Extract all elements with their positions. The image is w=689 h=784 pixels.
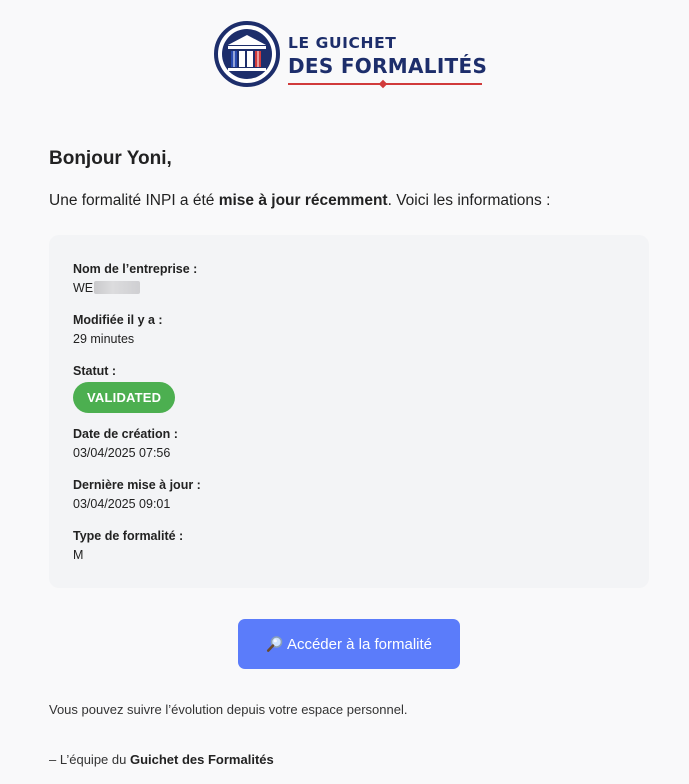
footer-note: Vous pouvez suivre l’évolution depuis vo…: [49, 702, 408, 717]
updated-label: Dernière mise à jour :: [73, 478, 201, 492]
access-formality-label: Accéder à la formalité: [286, 635, 433, 653]
intro-text-bold: mise à jour récemment: [218, 192, 388, 209]
logo-line-1: LE GUICHET: [288, 34, 397, 52]
company-field: Nom de l’entreprise : WE: [73, 261, 197, 296]
intro-text-start: Une formalité INPI a été: [49, 192, 219, 209]
status-label: Statut :: [73, 364, 117, 378]
logo-line-2: DES FORMALITÉS: [288, 54, 488, 78]
email-page: LE GUICHET DES FORMALITÉS Bonjour Yoni, …: [0, 0, 689, 784]
type-value: M: [73, 548, 84, 562]
access-formality-button[interactable]: Accéder à la formalité: [238, 619, 460, 669]
signature-prefix: – L’équipe du: [49, 752, 130, 767]
courthouse-emblem-icon: [214, 21, 280, 87]
type-label: Type de formalité :: [73, 529, 184, 543]
created-value: 03/04/2025 07:56: [73, 446, 171, 460]
updated-field: Dernière mise à jour : 03/04/2025 09:01: [73, 477, 201, 512]
guichet-logo: LE GUICHET DES FORMALITÉS: [214, 21, 487, 90]
company-name-text: WE: [73, 281, 94, 295]
redacted-block: [94, 281, 141, 294]
type-field: Type de formalité : M: [73, 528, 183, 563]
modified-label: Modifiée il y a :: [73, 313, 163, 327]
logo-divider: [288, 79, 482, 90]
greeting-heading: Bonjour Yoni,: [49, 148, 172, 169]
company-value: WE: [73, 280, 197, 296]
company-label: Nom de l’entreprise :: [73, 262, 198, 276]
intro-text-end: . Voici les informations :: [387, 192, 551, 209]
signature-team-name: Guichet des Formalités: [129, 752, 274, 767]
created-field: Date de création : 03/04/2025 07:56: [73, 426, 178, 461]
signature: – L’équipe du Guichet des Formalités: [49, 752, 274, 767]
status-badge: VALIDATED: [73, 382, 176, 413]
status-field: Statut : VALIDATED: [73, 363, 176, 413]
created-label: Date de création :: [73, 427, 178, 441]
modified-value: 29 minutes: [73, 332, 135, 346]
magnifier-icon: [266, 636, 283, 652]
diamond-icon: [378, 79, 388, 89]
modified-field: Modifiée il y a : 29 minutes: [73, 312, 163, 347]
details-card: Nom de l’entreprise : WE Modifiée il y a…: [49, 235, 649, 588]
intro-text: Une formalité INPI a été mise à jour réc…: [49, 192, 550, 210]
updated-value: 03/04/2025 09:01: [73, 497, 171, 511]
